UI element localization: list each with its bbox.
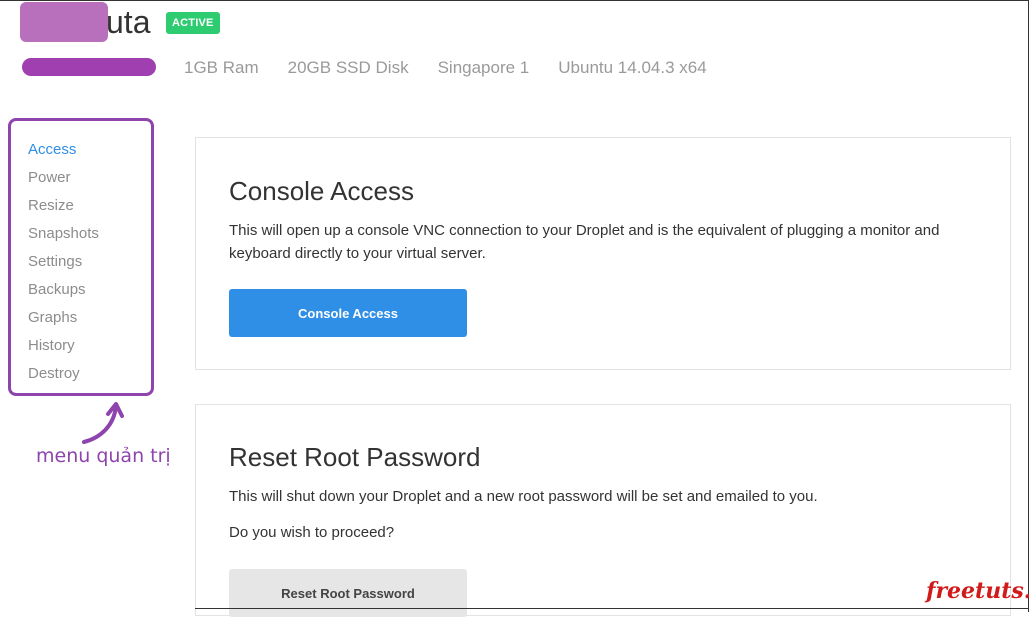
sidebar-menu: Access Power Resize Snapshots Settings B… (28, 136, 99, 388)
spec-ram: 1GB Ram (184, 58, 259, 77)
watermark: freetuts.net (926, 578, 1029, 604)
redacted-ip-mark (22, 58, 156, 76)
status-badge: ACTIVE (166, 12, 220, 34)
sidebar-item-access[interactable]: Access (28, 136, 99, 164)
annotation-label: menu quản trị (36, 445, 171, 467)
console-access-card: Console Access This will open up a conso… (195, 137, 1011, 370)
reset-root-password-title: Reset Root Password (229, 442, 481, 472)
reset-root-password-button[interactable]: Reset Root Password (229, 569, 467, 617)
sidebar-item-backups[interactable]: Backups (28, 276, 99, 304)
sidebar-item-history[interactable]: History (28, 332, 99, 360)
sidebar-item-resize[interactable]: Resize (28, 192, 99, 220)
annotation-arrow-icon (82, 402, 124, 444)
sidebar-item-settings[interactable]: Settings (28, 248, 99, 276)
sidebar-item-power[interactable]: Power (28, 164, 99, 192)
reset-root-password-card: Reset Root Password This will shut down … (195, 404, 1011, 617)
droplet-name: uta (106, 4, 151, 40)
spec-disk: 20GB SSD Disk (287, 58, 409, 77)
console-access-button[interactable]: Console Access (229, 289, 467, 337)
console-access-description: This will open up a console VNC connecti… (229, 222, 940, 262)
top-border (0, 0, 1029, 1)
spec-image: Ubuntu 14.04.3 x64 (558, 58, 707, 77)
redacted-name-mark (20, 2, 108, 42)
bottom-border (195, 608, 1029, 609)
sidebar-item-graphs[interactable]: Graphs (28, 304, 99, 332)
droplet-specs: 1GB Ram 20GB SSD Disk Singapore 1 Ubuntu… (184, 56, 707, 80)
sidebar-item-snapshots[interactable]: Snapshots (28, 220, 99, 248)
reset-root-password-description: This will shut down your Droplet and a n… (229, 488, 818, 505)
console-access-title: Console Access (229, 176, 414, 206)
spec-region: Singapore 1 (437, 58, 530, 77)
sidebar-item-destroy[interactable]: Destroy (28, 360, 99, 388)
reset-root-password-question: Do you wish to proceed? (229, 524, 395, 541)
